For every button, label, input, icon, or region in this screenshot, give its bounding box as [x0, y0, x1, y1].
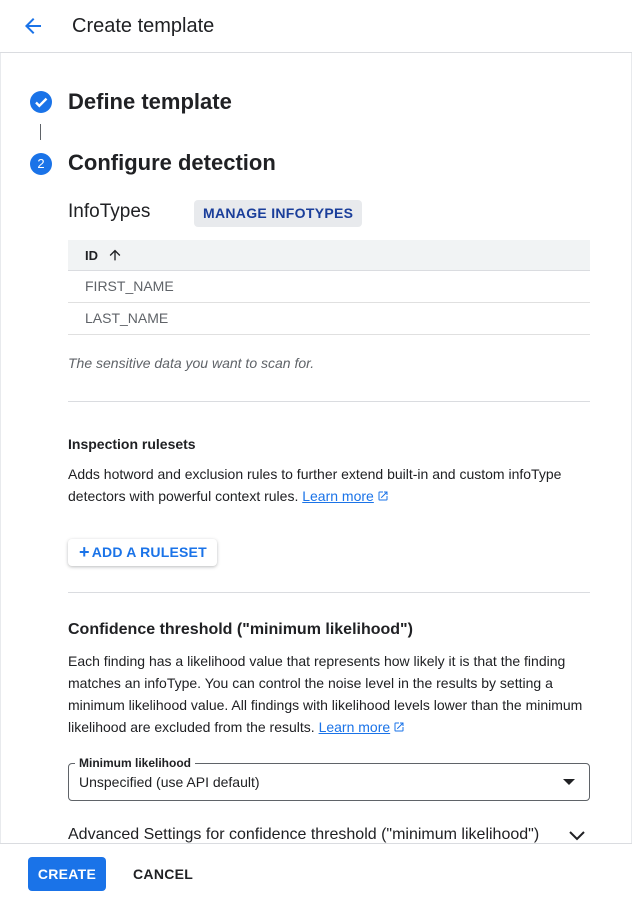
minimum-likelihood-select[interactable]: Minimum likelihood Unspecified (use API …	[68, 755, 590, 801]
top-app-bar: Create template	[0, 0, 632, 53]
back-arrow-icon[interactable]	[21, 14, 45, 38]
confidence-description: Each finding has a likelihood value that…	[68, 650, 590, 738]
inspection-rulesets-description: Adds hotword and exclusion rules to furt…	[68, 463, 590, 507]
step-number-badge: 2	[30, 153, 52, 175]
infotypes-hint: The sensitive data you want to scan for.	[68, 355, 315, 371]
add-ruleset-label: ADD A RULESET	[91, 544, 207, 560]
section-divider	[68, 401, 590, 402]
manage-infotypes-button[interactable]: MANAGE INFOTYPES	[194, 200, 363, 227]
table-cell-id: LAST_NAME	[85, 310, 169, 326]
table-cell-id: FIRST_NAME	[85, 278, 174, 294]
dropdown-arrow-icon	[563, 779, 575, 785]
external-link-icon[interactable]	[393, 721, 405, 733]
panel-edge-left	[0, 53, 1, 843]
step-title-configure-detection: Configure detection	[68, 150, 276, 175]
minimum-likelihood-value: Unspecified (use API default)	[79, 774, 260, 790]
footer-action-bar: CREATE CANCEL	[0, 843, 632, 901]
step-title-define-template[interactable]: Define template	[68, 88, 232, 116]
table-row: FIRST_NAME	[68, 271, 590, 303]
confidence-threshold-title: Confidence threshold ("minimum likelihoo…	[68, 621, 413, 638]
chevron-down-icon[interactable]	[568, 829, 586, 843]
step-completed-check-icon	[30, 91, 52, 113]
learn-more-link[interactable]: Learn more	[319, 719, 391, 735]
inspection-rulesets-title: Inspection rulesets	[68, 436, 196, 452]
cancel-button[interactable]: CANCEL	[124, 857, 202, 891]
column-header-label: ID	[85, 248, 98, 263]
external-link-icon[interactable]	[377, 490, 389, 502]
plus-icon: +	[79, 542, 90, 562]
infotypes-table: ID FIRST_NAME LAST_NAME	[68, 240, 590, 335]
table-header-id[interactable]: ID	[68, 240, 590, 271]
learn-more-link[interactable]: Learn more	[302, 488, 374, 504]
infotypes-label: InfoTypes	[68, 201, 151, 222]
add-ruleset-button[interactable]: + ADD A RULESET	[68, 539, 217, 566]
step-connector	[40, 124, 41, 140]
minimum-likelihood-label: Minimum likelihood	[75, 755, 196, 771]
page-title: Create template	[72, 15, 215, 37]
advanced-settings-toggle[interactable]: Advanced Settings for confidence thresho…	[68, 826, 539, 844]
sort-ascending-icon[interactable]	[107, 247, 123, 263]
section-divider	[68, 592, 590, 593]
table-row: LAST_NAME	[68, 303, 590, 335]
create-button[interactable]: CREATE	[28, 857, 106, 891]
